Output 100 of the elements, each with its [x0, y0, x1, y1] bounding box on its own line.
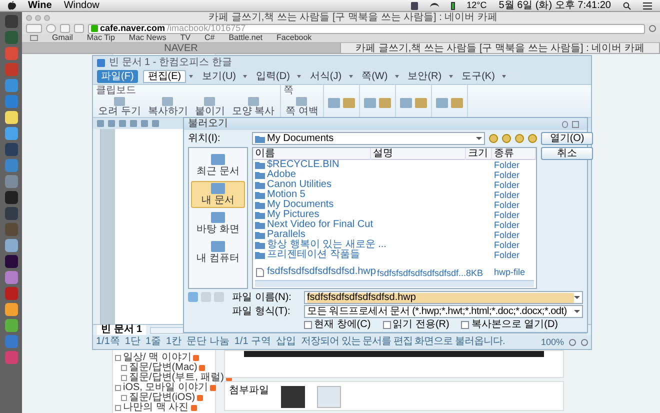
- place-item[interactable]: 최근 문서: [191, 152, 245, 179]
- file-name[interactable]: fsdfsfsdfsdfsdfsdfsd.hwp: [267, 267, 376, 277]
- thumbnail-placeholder[interactable]: [281, 386, 305, 408]
- tool-icon[interactable]: [436, 98, 448, 108]
- column-header[interactable]: 크기: [466, 148, 492, 160]
- list-icon[interactable]: [643, 2, 652, 10]
- file-name[interactable]: Parallels: [267, 230, 306, 240]
- file-type-select[interactable]: 모든 워드프로세서 문서 (*.hwp;*.hwt;*.html;*.doc;*.docx;*.odt): [304, 305, 583, 318]
- file-name[interactable]: Adobe: [267, 170, 296, 180]
- book-icon[interactable]: [30, 35, 38, 41]
- dock-app-icon[interactable]: [4, 111, 18, 124]
- dock-app-icon[interactable]: [4, 239, 18, 252]
- battery-icon[interactable]: [450, 2, 455, 10]
- ribbon-button[interactable]: 쪽 여백: [284, 97, 320, 117]
- dock-app-icon[interactable]: [4, 271, 18, 284]
- checkbox[interactable]: [304, 321, 312, 329]
- menu-tab[interactable]: 입력(D): [252, 70, 294, 83]
- ribbon-button[interactable]: 붙이기: [192, 97, 227, 117]
- dock-app-icon[interactable]: [4, 79, 18, 92]
- menu-tab[interactable]: 쪽(W): [358, 70, 392, 83]
- bookmark[interactable]: Mac Tip: [86, 34, 115, 42]
- file-name[interactable]: Motion 5: [267, 190, 306, 200]
- dock-app-icon[interactable]: [4, 175, 18, 188]
- help-icon[interactable]: [562, 120, 568, 128]
- cafe-menu-item[interactable]: 질문/답변(Mac): [129, 363, 198, 373]
- horizontal-scrollbar[interactable]: [255, 280, 534, 287]
- file-name[interactable]: 프리젠테이션 작품들: [267, 250, 360, 260]
- wifi-icon[interactable]: [430, 2, 439, 8]
- place-item[interactable]: 내 컴퓨터: [191, 239, 245, 266]
- ribbon-button[interactable]: 오려 두기: [96, 97, 143, 117]
- tool-icon[interactable]: [451, 98, 464, 108]
- menu-tab[interactable]: 도구(K): [458, 70, 499, 83]
- tool-icon[interactable]: [379, 98, 392, 108]
- dock-app-icon[interactable]: [4, 127, 18, 140]
- pencil-icon[interactable]: [201, 292, 211, 302]
- cafe-menu-item[interactable]: iOS, 모바일 이야기: [123, 383, 208, 393]
- dock-app-icon[interactable]: [4, 143, 18, 156]
- cafe-menu-item[interactable]: 질문/답변(iOS): [129, 393, 196, 403]
- menu-tab[interactable]: 보기(U): [198, 70, 240, 83]
- apple-icon[interactable]: [8, 1, 16, 10]
- status-icon[interactable]: [410, 2, 418, 10]
- column-header[interactable]: 이름: [253, 148, 371, 160]
- checkbox[interactable]: [382, 321, 391, 329]
- bookmark[interactable]: Gmail: [52, 34, 73, 42]
- menu-item[interactable]: Window: [64, 0, 100, 10]
- column-header[interactable]: 종류: [492, 148, 536, 160]
- file-name-field[interactable]: fsdfsfsdfsdfsdfsdfsd.hwp: [304, 291, 583, 304]
- file-name[interactable]: My Documents: [267, 200, 334, 210]
- browser-tab[interactable]: NAVER: [22, 43, 341, 53]
- search-icon[interactable]: [623, 2, 631, 10]
- open-button[interactable]: 열기(O): [541, 132, 594, 145]
- place-item[interactable]: 내 문서: [191, 181, 245, 208]
- bookmark[interactable]: Battle.net: [228, 34, 263, 42]
- cafe-menu-item[interactable]: 일상/ 맥 이야기: [123, 353, 192, 363]
- tool-icon[interactable]: [400, 98, 412, 108]
- cloud-icon[interactable]: [46, 24, 56, 33]
- place-item[interactable]: 바탕 화면: [191, 210, 245, 237]
- bookmark[interactable]: TV: [180, 34, 190, 42]
- dock-app-icon[interactable]: [4, 303, 18, 316]
- dock-app-icon[interactable]: [4, 207, 18, 220]
- reload-icon[interactable]: [649, 25, 656, 32]
- document-tab[interactable]: 빈 문서 1: [97, 325, 146, 335]
- delete-icon[interactable]: [214, 292, 224, 302]
- location-combobox[interactable]: My Documents: [252, 132, 486, 145]
- bookmark[interactable]: Mac News: [128, 34, 166, 42]
- file-name[interactable]: $RECYCLE.BIN: [267, 160, 340, 170]
- dock-app-icon[interactable]: [4, 319, 18, 332]
- cancel-button[interactable]: 취소: [541, 147, 594, 160]
- close-icon[interactable]: [572, 120, 579, 128]
- menu-tab[interactable]: 보안(R): [404, 70, 446, 83]
- bookmark[interactable]: Facebook: [276, 34, 312, 42]
- bookmark[interactable]: C#: [204, 34, 215, 42]
- menu-tab[interactable]: 서식(J): [306, 70, 346, 83]
- file-name[interactable]: Next Video for Final Cut: [267, 220, 373, 230]
- tool-icon[interactable]: [364, 98, 376, 108]
- add-icon[interactable]: [188, 292, 198, 302]
- temperature[interactable]: 12°C: [466, 1, 487, 10]
- ribbon-button[interactable]: 복사하기: [146, 97, 190, 117]
- checkbox[interactable]: [461, 321, 470, 329]
- file-name[interactable]: Canon Utilities: [267, 180, 332, 190]
- cafe-menu-item[interactable]: 나만의 맥 사진: [123, 403, 189, 413]
- zoom-level[interactable]: 100%: [540, 338, 564, 346]
- clock[interactable]: 5월 6일 (화) 오후 7:41:20: [498, 0, 611, 10]
- app-menu[interactable]: Wine: [28, 0, 52, 10]
- browser-tab[interactable]: 카페 글쓰기,책 쓰는 사람들 [구 맥북을 쓰는 사람들] : 네이버 카페: [341, 43, 660, 53]
- tool-icon[interactable]: [415, 98, 428, 108]
- zoom-out-icon[interactable]: [569, 338, 576, 346]
- plus-icon[interactable]: [74, 24, 84, 33]
- menu-tab[interactable]: 편집(E): [142, 70, 186, 83]
- back-icon[interactable]: [26, 24, 42, 33]
- ribbon-button[interactable]: 모양 복사: [230, 97, 277, 117]
- address-field[interactable]: cafe.naver.com /imacbook/1016757: [88, 24, 645, 34]
- zoom-in-icon[interactable]: [581, 338, 588, 346]
- home-icon[interactable]: [60, 24, 70, 33]
- cafe-menu-item[interactable]: 질문/답변(부트, 패럴): [129, 373, 224, 383]
- dock-app-icon[interactable]: [4, 191, 18, 204]
- file-menu-button[interactable]: 파일(F): [97, 70, 138, 83]
- file-name[interactable]: My Pictures: [267, 210, 320, 220]
- dock-app-icon[interactable]: [4, 15, 18, 28]
- tool-icon[interactable]: [343, 98, 356, 108]
